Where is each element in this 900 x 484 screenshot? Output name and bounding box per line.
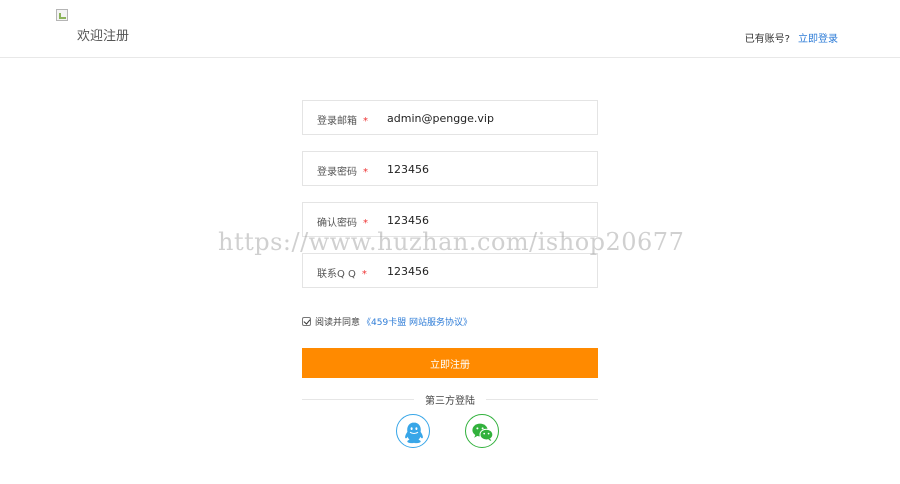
required-mark: * bbox=[361, 269, 367, 280]
qq-input[interactable] bbox=[387, 260, 587, 282]
agree-text: 阅读并同意 bbox=[315, 318, 361, 328]
required-mark: * bbox=[363, 218, 368, 229]
agree-checkbox[interactable] bbox=[302, 317, 311, 326]
required-mark: * bbox=[363, 167, 368, 178]
password-field[interactable]: 登录密码 * bbox=[302, 151, 598, 186]
email-label-text: 登录邮箱 bbox=[317, 116, 357, 127]
wechat-icon bbox=[472, 423, 494, 442]
confirm-password-field[interactable]: 确认密码 * bbox=[302, 202, 598, 237]
email-input[interactable] bbox=[387, 107, 587, 129]
agreement-row: 阅读并同意 《459卡盟 网站服务协议》 bbox=[302, 315, 472, 328]
email-label: 登录邮箱 * bbox=[317, 112, 368, 127]
third-party-divider: 第三方登陆 bbox=[302, 392, 598, 407]
page-header: 欢迎注册 已有账号? 立即登录 bbox=[0, 0, 900, 58]
qq-field[interactable]: 联系Q Q * bbox=[302, 253, 598, 288]
confirm-password-label: 确认密码 * bbox=[317, 214, 368, 229]
qq-icon bbox=[405, 422, 423, 444]
email-field[interactable]: 登录邮箱 * bbox=[302, 100, 598, 135]
required-mark: * bbox=[363, 116, 368, 127]
broken-logo-image-icon[interactable] bbox=[56, 9, 68, 21]
login-prompt-text: 已有账号? bbox=[744, 34, 790, 45]
password-input[interactable] bbox=[387, 158, 587, 180]
qq-label-text: 联系Q Q bbox=[317, 269, 356, 280]
register-button[interactable]: 立即注册 bbox=[302, 348, 598, 378]
login-link[interactable]: 立即登录 bbox=[798, 34, 838, 45]
qq-label: 联系Q Q * bbox=[317, 265, 367, 280]
password-label-text: 登录密码 bbox=[317, 167, 357, 178]
wechat-login-button[interactable] bbox=[465, 414, 499, 448]
password-label: 登录密码 * bbox=[317, 163, 368, 178]
divider-line-right bbox=[486, 399, 598, 400]
confirm-password-label-text: 确认密码 bbox=[317, 218, 357, 229]
qq-login-button[interactable] bbox=[396, 414, 430, 448]
login-prompt: 已有账号? 立即登录 bbox=[745, 30, 838, 45]
confirm-password-input[interactable] bbox=[387, 209, 587, 231]
page-title: 欢迎注册 bbox=[77, 29, 130, 44]
service-agreement-link[interactable]: 《459卡盟 网站服务协议》 bbox=[362, 315, 472, 328]
